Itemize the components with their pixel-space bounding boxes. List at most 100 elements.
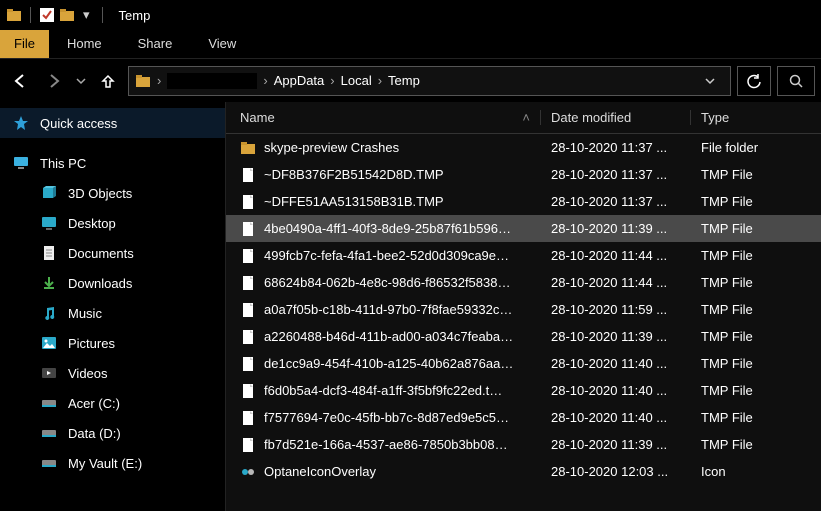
file-name: ~DF8B376F2B51542D8D.TMP bbox=[264, 167, 444, 182]
folder-icon bbox=[59, 7, 75, 23]
file-row[interactable]: a0a7f05b-c18b-411d-97b0-7f8fae59332c… 28-… bbox=[226, 296, 821, 323]
history-dropdown[interactable] bbox=[74, 67, 88, 95]
file-row[interactable]: 499fcb7c-fefa-4fa1-bee2-52d0d309ca9e… 28-… bbox=[226, 242, 821, 269]
column-type[interactable]: Type bbox=[691, 110, 821, 125]
sidebar-item[interactable]: Music bbox=[0, 298, 225, 328]
file-row[interactable]: de1cc9a9-454f-410b-a125-40b62a876aa… 28-1… bbox=[226, 350, 821, 377]
sidebar-item[interactable]: Data (D:) bbox=[0, 418, 225, 448]
address-bar[interactable]: › › AppData › Local › Temp bbox=[128, 66, 731, 96]
sidebar-item[interactable]: Downloads bbox=[0, 268, 225, 298]
file-type: TMP File bbox=[691, 329, 821, 344]
file-icon bbox=[240, 383, 256, 399]
file-row[interactable]: f6d0b5a4-dcf3-484f-a1ff-3f5bf9fc22ed.t… 2… bbox=[226, 377, 821, 404]
sidebar-item-label: Acer (C:) bbox=[68, 396, 120, 411]
file-type: TMP File bbox=[691, 194, 821, 209]
menubar: File Home Share View bbox=[0, 30, 821, 58]
file-name: de1cc9a9-454f-410b-a125-40b62a876aa… bbox=[264, 356, 513, 371]
sidebar-item-label: Music bbox=[68, 306, 102, 321]
breadcrumb-local[interactable]: Local bbox=[341, 73, 372, 88]
refresh-button[interactable] bbox=[737, 66, 771, 96]
file-name: 4be0490a-4ff1-40f3-8de9-25b87f61b596… bbox=[264, 221, 511, 236]
file-name: f7577694-7e0c-45fb-bb7c-8d87ed9e5c5… bbox=[264, 410, 509, 425]
sidebar-item-label: Pictures bbox=[68, 336, 115, 351]
window-title: Temp bbox=[119, 8, 151, 23]
breadcrumb-temp[interactable]: Temp bbox=[388, 73, 420, 88]
file-name: 68624b84-062b-4e8c-98d6-f86532f5838… bbox=[264, 275, 510, 290]
overflow-icon[interactable]: ▾ bbox=[79, 7, 94, 23]
navbar: › › AppData › Local › Temp bbox=[0, 58, 821, 102]
file-row[interactable]: fb7d521e-166a-4537-ae86-7850b3bb08…28-10… bbox=[226, 431, 821, 458]
address-dropdown[interactable] bbox=[696, 67, 724, 95]
file-row[interactable]: f7577694-7e0c-45fb-bb7c-8d87ed9e5c5…28-1… bbox=[226, 404, 821, 431]
sidebar-item-label: Desktop bbox=[68, 216, 116, 231]
file-date: 28-10-2020 11:37 ... bbox=[541, 194, 691, 209]
column-name[interactable]: Name˄ bbox=[226, 110, 541, 125]
back-button[interactable] bbox=[6, 67, 34, 95]
sidebar-item-label: This PC bbox=[40, 156, 86, 171]
file-row[interactable]: skype-preview Crashes28-10-2020 11:37 ..… bbox=[226, 134, 821, 161]
sidebar-item[interactable]: Videos bbox=[0, 358, 225, 388]
folder-icon bbox=[6, 7, 22, 23]
file-date: 28-10-2020 11:39 ... bbox=[541, 329, 691, 344]
breadcrumb-user[interactable] bbox=[167, 73, 257, 89]
file-name: a0a7f05b-c18b-411d-97b0-7f8fae59332c… bbox=[264, 302, 512, 317]
file-row[interactable]: ~DF8B376F2B51542D8D.TMP28-10-2020 11:37 … bbox=[226, 161, 821, 188]
file-type: TMP File bbox=[691, 221, 821, 236]
file-date: 28-10-2020 12:03 ... bbox=[541, 464, 691, 479]
menu-view[interactable]: View bbox=[190, 30, 254, 58]
sidebar-item[interactable]: Pictures bbox=[0, 328, 225, 358]
sidebar-item-icon bbox=[40, 424, 58, 442]
sidebar-item-icon bbox=[40, 304, 58, 322]
file-type: TMP File bbox=[691, 248, 821, 263]
file-list[interactable]: skype-preview Crashes28-10-2020 11:37 ..… bbox=[226, 134, 821, 511]
sidebar-item-label: Data (D:) bbox=[68, 426, 121, 441]
sidebar-item[interactable]: My Vault (E:) bbox=[0, 448, 225, 478]
file-row[interactable]: ~DFFE51AA513158B31B.TMP28-10-2020 11:37 … bbox=[226, 188, 821, 215]
sidebar: Quick access This PC 3D Objects Desktop Do… bbox=[0, 102, 226, 511]
search-button[interactable] bbox=[777, 66, 815, 96]
breadcrumb-appdata[interactable]: AppData bbox=[274, 73, 325, 88]
folder-icon bbox=[135, 73, 151, 89]
chevron-right-icon[interactable]: › bbox=[328, 73, 336, 88]
file-type: TMP File bbox=[691, 275, 821, 290]
file-name: 499fcb7c-fefa-4fa1-bee2-52d0d309ca9e… bbox=[264, 248, 509, 263]
content: Name˄ Date modified Type skype-preview C… bbox=[226, 102, 821, 511]
file-date: 28-10-2020 11:37 ... bbox=[541, 140, 691, 155]
file-icon bbox=[240, 410, 256, 426]
column-date[interactable]: Date modified bbox=[541, 110, 691, 125]
file-date: 28-10-2020 11:44 ... bbox=[541, 248, 691, 263]
file-row[interactable]: OptaneIconOverlay28-10-2020 12:03 ...Ico… bbox=[226, 458, 821, 485]
sidebar-item[interactable]: Desktop bbox=[0, 208, 225, 238]
file-row[interactable]: 4be0490a-4ff1-40f3-8de9-25b87f61b596…28-… bbox=[226, 215, 821, 242]
menu-home[interactable]: Home bbox=[49, 30, 120, 58]
chevron-right-icon[interactable]: › bbox=[376, 73, 384, 88]
sidebar-item[interactable]: 3D Objects bbox=[0, 178, 225, 208]
file-date: 28-10-2020 11:59 ... bbox=[541, 302, 691, 317]
sidebar-item[interactable]: Documents bbox=[0, 238, 225, 268]
sidebar-quick-access[interactable]: Quick access bbox=[0, 108, 225, 138]
file-icon bbox=[240, 248, 256, 264]
file-icon bbox=[240, 167, 256, 183]
redacted bbox=[167, 73, 257, 89]
menu-share[interactable]: Share bbox=[120, 30, 191, 58]
file-icon bbox=[240, 140, 256, 156]
file-date: 28-10-2020 11:40 ... bbox=[541, 383, 691, 398]
sidebar-item-icon bbox=[40, 184, 58, 202]
sidebar-item[interactable]: Acer (C:) bbox=[0, 388, 225, 418]
file-name: f6d0b5a4-dcf3-484f-a1ff-3f5bf9fc22ed.t… bbox=[264, 383, 502, 398]
forward-button[interactable] bbox=[40, 67, 68, 95]
sidebar-this-pc[interactable]: This PC bbox=[0, 148, 225, 178]
file-row[interactable]: 68624b84-062b-4e8c-98d6-f86532f5838…28-1… bbox=[226, 269, 821, 296]
main: Quick access This PC 3D Objects Desktop Do… bbox=[0, 102, 821, 511]
sidebar-item-icon bbox=[40, 214, 58, 232]
chevron-right-icon[interactable]: › bbox=[261, 73, 269, 88]
file-row[interactable]: a2260488-b46d-411b-ad00-a034c7feaba…28-1… bbox=[226, 323, 821, 350]
file-icon bbox=[240, 356, 256, 372]
column-name-label: Name bbox=[240, 110, 275, 125]
menu-file[interactable]: File bbox=[0, 30, 49, 58]
up-button[interactable] bbox=[94, 67, 122, 95]
file-icon bbox=[240, 302, 256, 318]
file-date: 28-10-2020 11:40 ... bbox=[541, 356, 691, 371]
file-icon bbox=[240, 194, 256, 210]
chevron-right-icon[interactable]: › bbox=[155, 73, 163, 88]
